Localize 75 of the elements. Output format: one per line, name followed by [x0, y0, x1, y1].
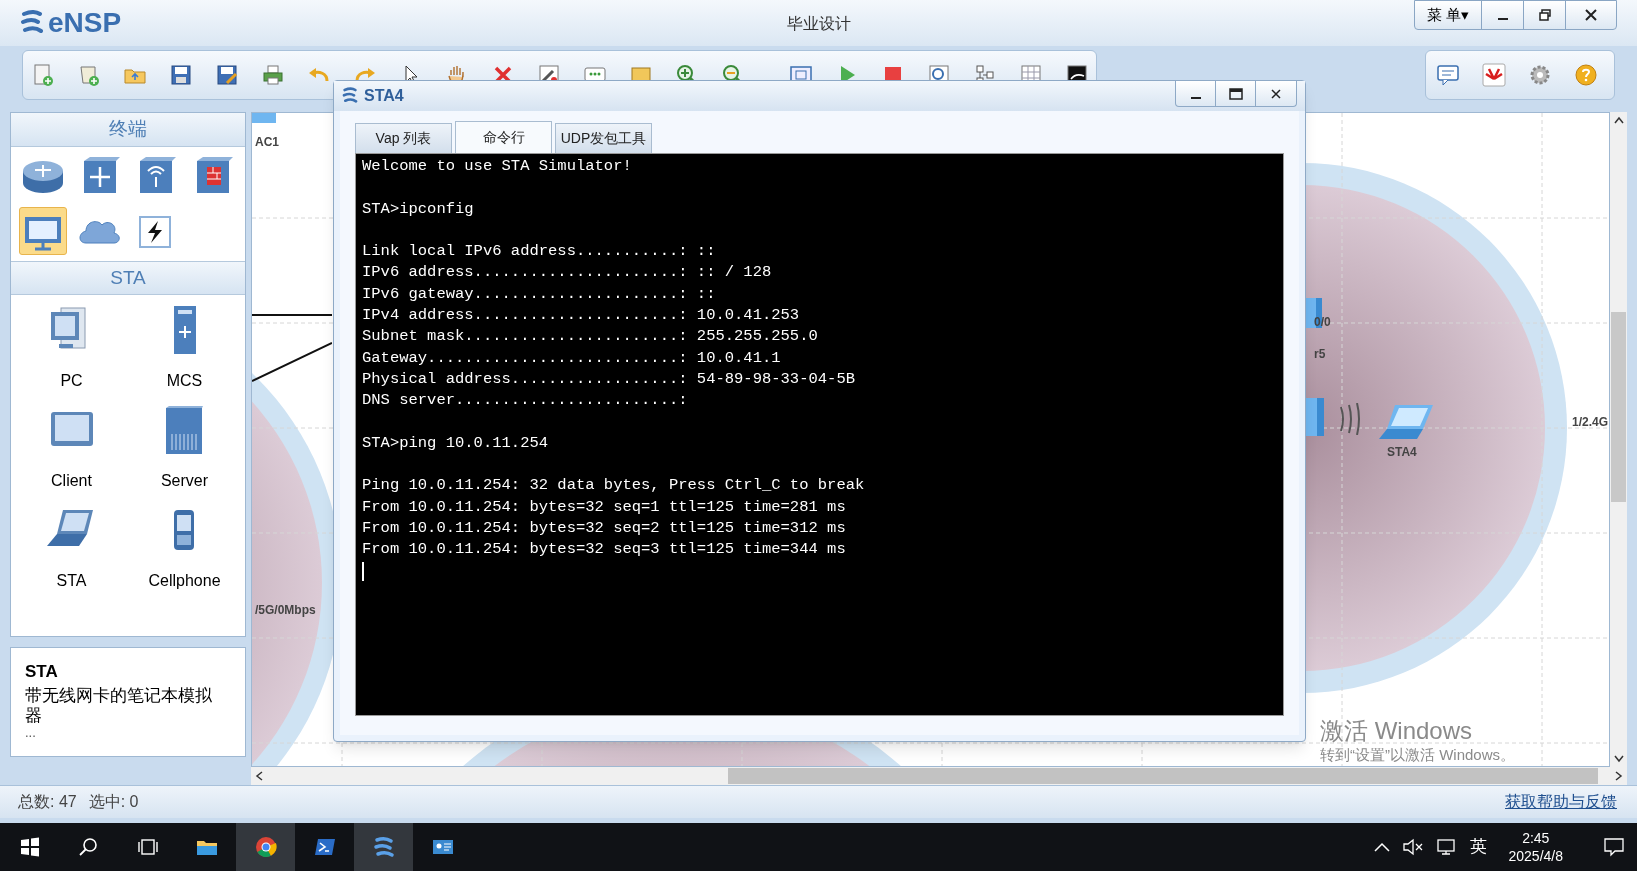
- scroll-plus-icon[interactable]: [77, 63, 101, 87]
- terminal-line: Ping 10.0.11.254: 32 data bytes, Press Ctrl_C to break: [362, 475, 866, 497]
- selected-count: 选中: 0: [88, 792, 139, 812]
- terminal-line: IPv6 address......................: :: / 128: [362, 262, 773, 284]
- scrollbar-thumb[interactable]: [1611, 312, 1626, 502]
- terminal-line: IPv6 gateway......................: ::: [362, 283, 717, 305]
- terminal-line: STA>ipconfig: [362, 198, 475, 220]
- laptop-icon: [1379, 403, 1435, 441]
- activation-notice: 转到“设置”以激活 Windows。: [1320, 745, 1515, 764]
- printer-icon[interactable]: [261, 63, 285, 87]
- canvas-label: 1/2.4G: [1572, 414, 1609, 431]
- notification-icon[interactable]: [1603, 837, 1625, 857]
- terminal-line: DNS server........................:: [362, 390, 689, 412]
- save-as-icon[interactable]: [215, 63, 239, 87]
- window-title: STA4: [364, 86, 404, 106]
- horizontal-scrollbar[interactable]: [251, 767, 1627, 785]
- monitor-icon[interactable]: [19, 207, 68, 255]
- total-count: 总数: 47: [18, 792, 77, 812]
- terminal-line: Subnet mask.......................: 255.255.255.0: [362, 326, 819, 348]
- scroll-right-icon[interactable]: [1615, 771, 1623, 781]
- muted-speaker-icon[interactable]: [1401, 838, 1424, 856]
- terminal-line: From 10.0.11.254: bytes=32 seq=2 ttl=125 time=312 ms: [362, 518, 847, 540]
- section-header: STA: [11, 261, 245, 295]
- scrollbar-thumb[interactable]: [728, 768, 1598, 784]
- device-label: PC: [60, 371, 83, 391]
- document-plus-icon[interactable]: [31, 63, 55, 87]
- text-cursor: [362, 561, 364, 581]
- terminal-line: Welcome to use STA Simulator!: [362, 156, 633, 177]
- tab[interactable]: UDP发包工具: [555, 123, 652, 153]
- window-title: 毕业设计: [787, 14, 851, 34]
- canvas-label: r5: [1314, 346, 1326, 363]
- vertical-scrollbar[interactable]: [1610, 112, 1627, 767]
- chat-icon[interactable]: [1436, 63, 1460, 87]
- device-label: Server: [160, 471, 209, 491]
- canvas-label: AC1: [255, 134, 279, 151]
- terminal-line: STA>ping 10.0.11.254: [362, 432, 550, 454]
- description-text: 带无线网卡的笔记本模拟器: [25, 686, 213, 726]
- input-language[interactable]: 英: [1469, 834, 1487, 860]
- more-text: ...: [25, 726, 37, 740]
- description-title: STA: [25, 662, 59, 682]
- chrome-icon[interactable]: [236, 823, 295, 871]
- clock-time: 2:45: [1522, 829, 1550, 847]
- section-header: 终端: [11, 113, 245, 147]
- chevron-up-icon[interactable]: [1373, 842, 1390, 852]
- help-icon[interactable]: [1574, 63, 1598, 87]
- scroll-down-icon[interactable]: [1613, 755, 1624, 763]
- network-icon[interactable]: [1435, 838, 1458, 856]
- clock-date: 2025/4/8: [1508, 847, 1563, 865]
- terminal[interactable]: [355, 153, 1284, 716]
- terminal-line: Physical address..................: 54-89-98-33-04-5B: [362, 368, 856, 390]
- terminal-line: From 10.0.11.254: bytes=32 seq=3 ttl=125 time=344 ms: [362, 539, 847, 561]
- settings-icon[interactable]: [1528, 63, 1552, 87]
- device-label: Client: [51, 471, 92, 491]
- canvas-label: STA4: [1387, 444, 1417, 461]
- activation-notice: 激活 Windows: [1320, 717, 1474, 745]
- scroll-up-icon[interactable]: [1613, 116, 1624, 124]
- terminal-line: From 10.0.11.254: bytes=32 seq=1 ttl=125 time=281 ms: [362, 496, 847, 518]
- terminal-line: Gateway...........................: 10.0.41.1: [362, 347, 782, 369]
- device-label: MCS: [166, 371, 203, 391]
- ensp-logo-icon: [342, 87, 358, 105]
- flower-logo-icon[interactable]: [1482, 63, 1506, 87]
- ensp-logo-icon: [20, 10, 44, 36]
- tab[interactable]: Vap 列表: [355, 123, 452, 153]
- device-label: STA: [56, 571, 87, 591]
- canvas-label: /5G/0Mbps: [255, 602, 316, 619]
- app-name: eNSP: [48, 6, 122, 40]
- device-label: Cellphone: [148, 571, 221, 591]
- tab[interactable]: 命令行: [455, 121, 552, 153]
- access-controller-icon: [252, 113, 276, 125]
- terminal-line: Link local IPv6 address...........: ::: [362, 241, 717, 263]
- ensp-logo-icon[interactable]: [354, 823, 413, 871]
- terminal-line: IPv4 address......................: 10.0.41.253: [362, 305, 801, 327]
- save-icon[interactable]: [169, 63, 193, 87]
- help-link[interactable]: 获取帮助与反馈: [1505, 790, 1617, 814]
- scroll-left-icon[interactable]: [255, 771, 263, 781]
